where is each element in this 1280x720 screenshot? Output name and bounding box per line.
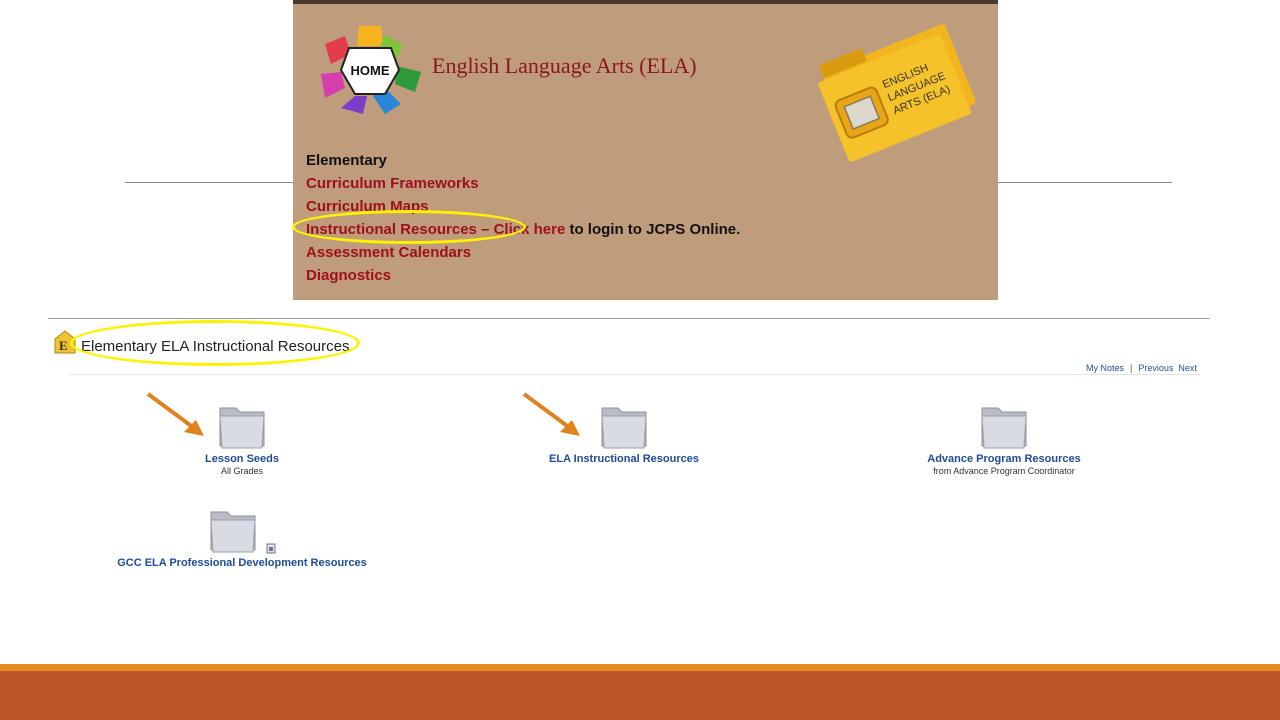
curriculum-frameworks-link[interactable]: Curriculum Frameworks	[306, 172, 740, 195]
slide-divider-middle	[48, 318, 1210, 319]
lesson-seeds-folder-icon[interactable]	[218, 402, 266, 450]
highlight-ellipse-page-title	[70, 320, 360, 366]
arrow-ela-resources-icon	[522, 392, 580, 436]
elementary-heading: Elementary	[306, 152, 387, 169]
home-wheel-icon[interactable]: HOME	[315, 22, 425, 116]
my-notes-link[interactable]: My Notes	[1086, 363, 1124, 373]
nav-separator: |	[1130, 363, 1133, 373]
slide-footer-band	[0, 664, 1280, 720]
assessment-calendars-link[interactable]: Assessment Calendars	[306, 241, 740, 264]
next-link[interactable]: Next	[1178, 363, 1197, 373]
gcc-pd-resources-folder-icon[interactable]	[209, 506, 257, 554]
diagnostics-link[interactable]: Diagnostics	[306, 264, 740, 287]
highlight-ellipse-instructional-resources	[292, 210, 526, 244]
banner-top-bar	[293, 0, 998, 4]
ela-page-title: English Language Arts (ELA)	[432, 53, 697, 78]
login-text: to login to JCPS Online.	[565, 221, 741, 238]
previous-link[interactable]: Previous	[1138, 363, 1173, 373]
ela-instructional-resources-link[interactable]: ELA Instructional Resources	[504, 453, 744, 465]
advance-program-resources-link[interactable]: Advance Program Resources	[884, 453, 1124, 465]
lesson-seeds-sublabel: All Grades	[220, 466, 264, 476]
svg-text:E: E	[59, 338, 68, 353]
content-divider	[70, 374, 1200, 375]
arrow-lesson-seeds-icon	[146, 392, 204, 436]
home-label: HOME	[351, 63, 390, 78]
lock-icon	[266, 543, 276, 554]
ela-folder-logo-icon: ENGLISH LANGUAGE ARTS (ELA)	[818, 24, 976, 162]
advance-program-resources-folder-icon[interactable]	[980, 402, 1028, 450]
ela-instructional-resources-folder-icon[interactable]	[600, 402, 648, 450]
slide-footer-stripe	[0, 664, 1280, 671]
page-nav: My Notes | Previous Next	[1086, 363, 1197, 373]
advance-program-resources-sublabel: from Advance Program Coordinator	[933, 466, 1075, 476]
gcc-pd-resources-link[interactable]: GCC ELA Professional Development Resourc…	[92, 557, 392, 569]
ela-page-banner: HOME English Language Arts (ELA) ENGLISH…	[293, 0, 998, 300]
lesson-seeds-link[interactable]: Lesson Seeds	[142, 453, 342, 465]
